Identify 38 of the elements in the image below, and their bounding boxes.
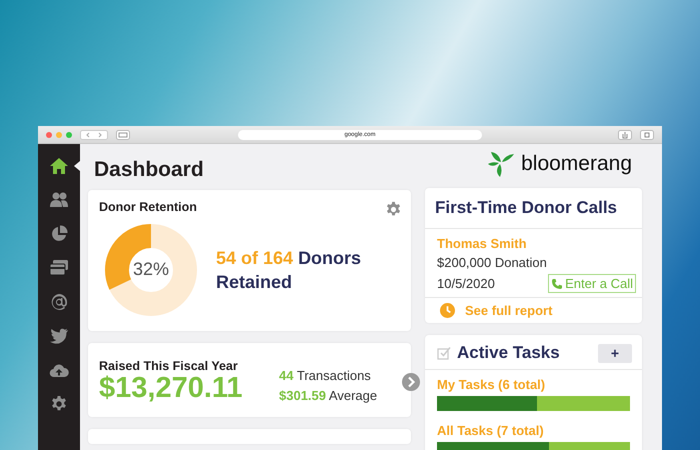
add-task-button[interactable]: + <box>598 344 632 362</box>
home-icon <box>49 157 69 175</box>
pie-chart-icon <box>49 225 69 243</box>
card-title: Active Tasks <box>457 343 561 363</box>
clock-icon <box>440 303 455 318</box>
share-icon[interactable] <box>618 130 632 140</box>
donor-name[interactable]: Thomas Smith <box>437 236 636 251</box>
percent-label: 32% <box>132 259 170 280</box>
sidebar-toggle-icon[interactable] <box>116 130 130 140</box>
card-title: Donor Retention <box>99 200 197 216</box>
enter-call-button[interactable]: Enter a Call <box>548 274 636 293</box>
average-value: $301.59 <box>279 388 326 402</box>
raised-amount: $13,270.11 <box>99 372 244 404</box>
selection-pointer-icon <box>74 161 80 171</box>
donation-date: 10/5/2020 <box>437 276 495 291</box>
transactions-count: 44 <box>279 368 294 383</box>
settings-icon <box>49 395 69 413</box>
phone-icon <box>551 278 564 290</box>
cards-icon <box>49 259 69 277</box>
task-label[interactable]: My Tasks (6 total) <box>437 377 630 392</box>
back-forward-icon[interactable] <box>80 130 108 140</box>
bird-icon <box>49 327 69 345</box>
transactions-label: Transactions <box>296 368 371 383</box>
task-label[interactable]: All Tasks (7 total) <box>437 423 630 438</box>
people-icon <box>49 191 69 209</box>
average-label: Average <box>328 388 378 402</box>
card-title: Raised This Fiscal Year <box>99 358 239 373</box>
donation-amount: $200,000 Donation <box>437 255 548 270</box>
full-report-link[interactable]: See full report <box>465 303 552 318</box>
at-sign-icon <box>49 293 69 311</box>
checkbox-icon <box>437 346 451 360</box>
close-button[interactable] <box>46 132 52 138</box>
maximize-button[interactable] <box>66 132 72 138</box>
tabs-icon[interactable] <box>640 130 654 140</box>
retention-summary: 54 of 164 Donors Retained <box>216 246 362 294</box>
card-title: First-Time Donor Calls <box>425 188 642 229</box>
logo-text: bloomerang <box>521 152 632 176</box>
page-title: Dashboard <box>94 158 205 182</box>
